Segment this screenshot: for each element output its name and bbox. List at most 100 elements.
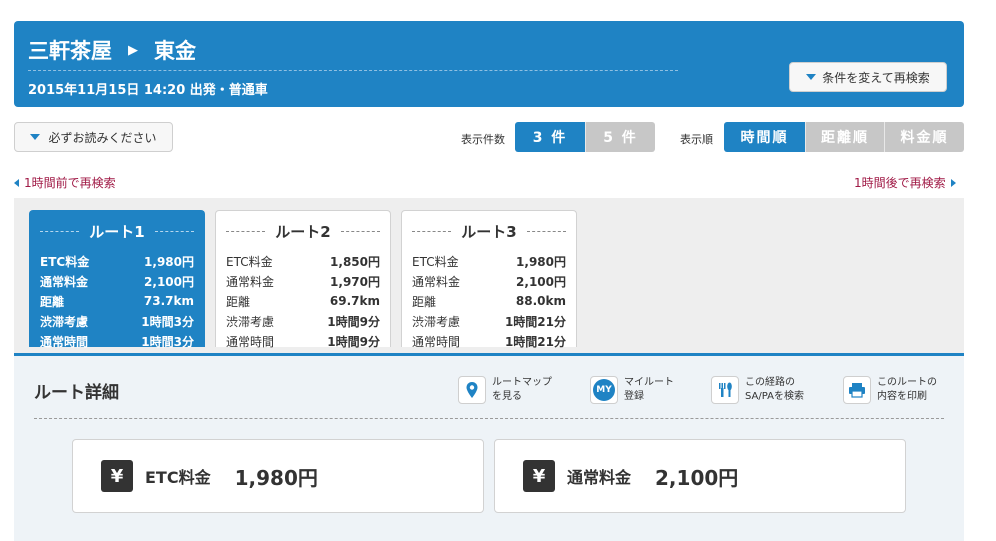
search-header: 三軒茶屋 ▶ 東金 2015年11月15日 14:20 出発・普通車 条件を変え…: [14, 21, 964, 107]
route-row: 距離 73.7km: [40, 291, 194, 311]
route-arrow-icon: ▶: [128, 42, 138, 58]
action-line: マイルート: [624, 377, 674, 388]
row-value: 73.7km: [143, 294, 194, 308]
count-option-3[interactable]: 3 件: [515, 122, 585, 152]
sort-by-fare[interactable]: 料金順: [884, 122, 964, 152]
route-map-label: ルートマップ を見る: [492, 376, 552, 404]
sort-by-distance[interactable]: 距離順: [805, 122, 884, 152]
my-route-button[interactable]: MY マイルート登録: [590, 376, 674, 404]
route-name: ルート1: [89, 222, 145, 241]
change-conditions-button[interactable]: 条件を変えて再検索: [789, 62, 947, 92]
chevron-right-icon: [950, 178, 956, 187]
prev-hour-link[interactable]: 1時間前で再検索: [14, 174, 116, 191]
route-row: 通常時間 1時間3分: [40, 331, 194, 351]
row-label: 通常時間: [40, 334, 89, 349]
action-line: このルートの: [877, 377, 937, 388]
header-divider: [28, 70, 678, 71]
row-label: ETC料金: [40, 254, 90, 269]
action-line: この経路の: [745, 377, 795, 388]
row-label: 渋滞考慮: [412, 314, 461, 329]
next-hour-link[interactable]: 1時間後で再検索: [854, 174, 956, 191]
action-line: 登録: [624, 391, 644, 402]
row-value: 1時間3分: [141, 334, 194, 349]
route-row: 通常料金 2,100円: [40, 271, 194, 291]
route-name: ルート2: [275, 222, 331, 241]
sapa-search-button[interactable]: この経路の SA/PAを検索: [711, 376, 804, 404]
route-name: ルート3: [461, 222, 517, 241]
normal-fare-card: ¥ 通常料金 2,100円: [494, 439, 906, 513]
chevron-down-icon: [30, 134, 41, 140]
etc-fare-card: ¥ ETC料金 1,980円: [72, 439, 484, 513]
divider: [526, 230, 566, 232]
row-value: 1時間9分: [327, 314, 380, 329]
row-value: 69.7km: [329, 294, 380, 308]
row-value: 1,980円: [144, 254, 194, 269]
route-row: 距離 88.0km: [412, 291, 566, 311]
divider: [226, 230, 266, 232]
route-tab-title: ルート1: [40, 211, 194, 251]
action-line: SA/PAを検索: [745, 391, 804, 402]
row-label: 通常時間: [412, 334, 461, 349]
row-label: ETC料金: [226, 254, 273, 269]
yen-icon: ¥: [523, 460, 555, 492]
row-label: 通常料金: [40, 274, 89, 289]
route-row: 渋滞考慮 1時間21分: [412, 311, 566, 331]
row-label: 距離: [412, 294, 437, 309]
change-conditions-label: 条件を変えて再検索: [822, 70, 930, 85]
chevron-left-icon: [14, 178, 19, 187]
my-badge: MY: [593, 379, 615, 401]
route-row: ETC料金 1,980円: [40, 251, 194, 271]
route-title: 三軒茶屋 ▶ 東金: [28, 35, 196, 65]
sort-label: 表示順: [680, 133, 713, 146]
route-tab-3[interactable]: ルート3 ETC料金 1,980円 通常料金 2,100円 距離 88.0km 渋滞考…: [401, 210, 577, 349]
my-route-icon: MY: [590, 376, 618, 404]
route-row: ETC料金 1,980円: [412, 251, 566, 271]
row-value: 1,850円: [330, 254, 380, 269]
route-row: 距離 69.7km: [226, 291, 380, 311]
must-read-button[interactable]: 必ずお読みください: [14, 122, 173, 152]
route-tab-title: ルート2: [226, 211, 380, 251]
sort-selector: 時間順 距離順 料金順: [724, 122, 964, 152]
row-value: 88.0km: [515, 294, 566, 308]
divider: [340, 230, 380, 232]
count-option-5[interactable]: 5 件: [585, 122, 655, 152]
action-line: ルートマップ: [492, 377, 552, 388]
route-row: 渋滞考慮 1時間9分: [226, 311, 380, 331]
row-label: 渋滞考慮: [226, 314, 275, 329]
row-label: ETC料金: [412, 254, 459, 269]
destination-station: 東金: [154, 39, 196, 63]
route-map-button[interactable]: ルートマップ を見る: [458, 376, 552, 404]
row-label: 渋滞考慮: [40, 314, 89, 329]
detail-dashed-divider: [34, 418, 944, 419]
route-row: 通常料金 2,100円: [412, 271, 566, 291]
my-route-label: マイルート 登録: [624, 376, 674, 404]
row-value: 1時間3分: [141, 314, 194, 329]
yen-icon: ¥: [101, 460, 133, 492]
detail-heading: ルート詳細: [34, 383, 119, 403]
route-row: 通常料金 1,970円: [226, 271, 380, 291]
search-conditions: 2015年11月15日 14:20 出発・普通車: [28, 83, 268, 98]
row-label: 通常料金: [226, 274, 275, 289]
route-tab-1[interactable]: ルート1 ETC料金 1,980円 通常料金 2,100円 距離 73.7km 渋滞考…: [29, 210, 205, 349]
row-value: 1,970円: [330, 274, 380, 289]
row-value: 2,100円: [144, 274, 194, 289]
sort-by-time[interactable]: 時間順: [724, 122, 805, 152]
route-tab-2[interactable]: ルート2 ETC料金 1,850円 通常料金 1,970円 距離 69.7km 渋滞考…: [215, 210, 391, 349]
row-value: 1時間9分: [327, 334, 380, 349]
sapa-search-label: この経路の SA/PAを検索: [745, 376, 804, 404]
divider: [154, 230, 194, 232]
print-route-label: このルートの 内容を印刷: [877, 376, 937, 404]
row-value: 1時間21分: [504, 334, 566, 349]
row-label: 距離: [40, 294, 65, 309]
count-label: 表示件数: [461, 133, 505, 146]
row-label: 通常料金: [412, 274, 461, 289]
printer-icon: [843, 376, 871, 404]
print-route-button[interactable]: このルートの 内容を印刷: [843, 376, 937, 404]
divider: [412, 230, 452, 232]
route-tab-title: ルート3: [412, 211, 566, 251]
row-value: 1,980円: [516, 254, 566, 269]
chevron-down-icon: [806, 74, 817, 80]
restaurant-icon: [711, 376, 739, 404]
normal-fare-label: 通常料金: [567, 468, 632, 487]
route-row: ETC料金 1,850円: [226, 251, 380, 271]
